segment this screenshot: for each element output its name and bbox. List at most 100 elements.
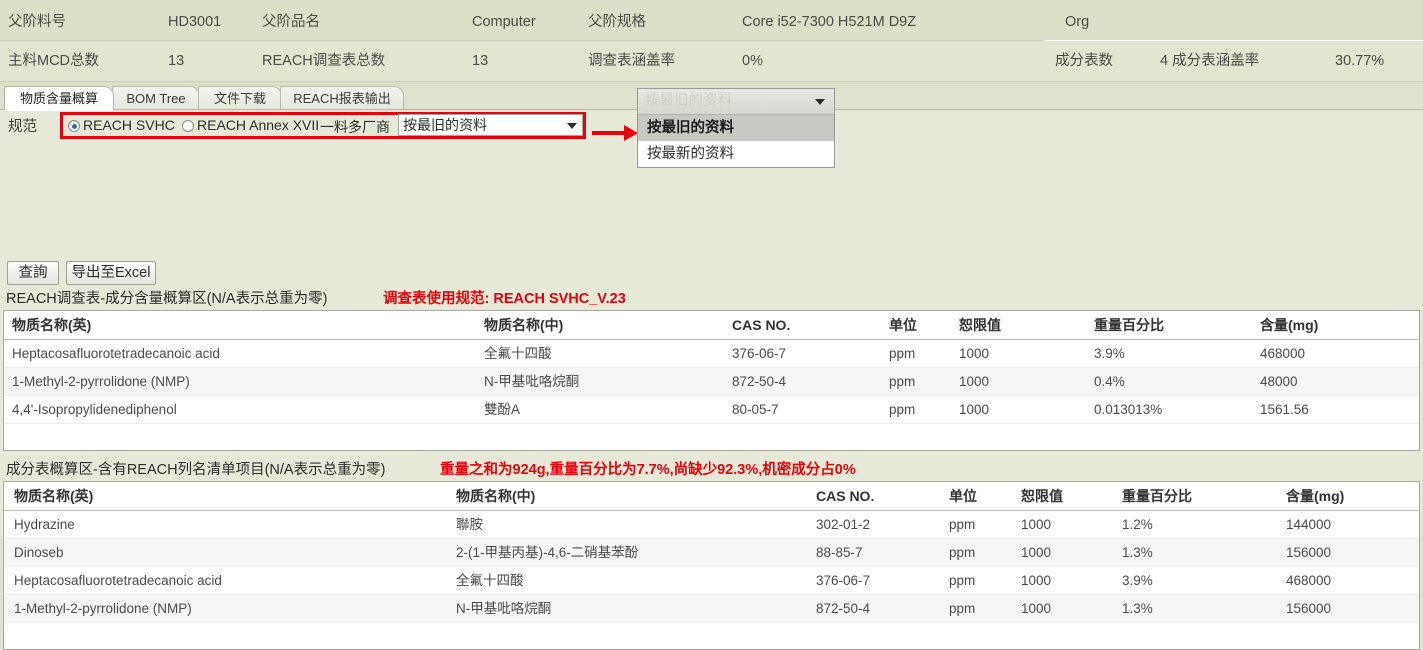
cell-unit: ppm [889, 346, 916, 361]
radio-label: REACH Annex XVII [197, 117, 320, 133]
cell-name-en: 1-Methyl-2-pyrrolidone (NMP) [14, 601, 192, 616]
section1-caption: REACH调查表-成分含量概算区(N/A表示总重为零) [6, 291, 328, 307]
table-row[interactable]: 4,4'-Isopropylidenediphenol 雙酚A 80-05-7 ppm… [4, 396, 1419, 424]
dropdown-option[interactable]: 按最旧的资料 [638, 115, 834, 141]
tab-label: REACH报表输出 [293, 91, 391, 106]
column-header: CAS NO. [816, 488, 875, 504]
data-version-select[interactable]: 按最旧的资料 [398, 114, 583, 136]
cell-name-cn: 2-(1-甲基丙基)-4,6-二硝基苯酚 [456, 545, 639, 560]
column-header: 单位 [949, 488, 977, 504]
cell-name-cn: 全氟十四酸 [456, 573, 524, 588]
column-header: 含量(mg) [1286, 488, 1345, 504]
cell-cas: 872-50-4 [732, 374, 787, 389]
column-header: 物质名称(英) [12, 317, 92, 333]
cell-amount: 156000 [1286, 601, 1332, 616]
column-header: 单位 [889, 317, 917, 333]
header-field: 父阶规格 [588, 14, 646, 30]
cell-limit: 1000 [1021, 517, 1052, 532]
tab-2[interactable]: 文件下载 [198, 86, 282, 110]
cell-pct: 3.9% [1094, 346, 1125, 361]
table-row[interactable]: Heptacosafluorotetradecanoic acid 全氟十四酸 37… [4, 567, 1419, 595]
query-button[interactable]: 查詢 [7, 261, 59, 285]
cell-name-cn: N-甲基吡咯烷酮 [484, 374, 580, 389]
radio-icon[interactable] [182, 120, 194, 132]
cell-unit: ppm [949, 545, 976, 560]
column-header: 恕限值 [1021, 488, 1063, 504]
cell-name-cn: 聯胺 [456, 517, 483, 532]
dropdown-header-value: 按最旧的资料 [645, 93, 732, 109]
cell-pct: 1.2% [1122, 517, 1153, 532]
header-field: 父阶品名 [262, 14, 320, 30]
table-row[interactable]: Dinoseb 2-(1-甲基丙基)-4,6-二硝基苯酚 88-85-7 ppm 100… [4, 539, 1419, 567]
column-header: CAS NO. [732, 317, 791, 333]
dropdown-option[interactable]: 按最新的资料 [638, 141, 834, 167]
cell-unit: ppm [949, 517, 976, 532]
cell-cas: 80-05-7 [732, 402, 779, 417]
header-field: 30.77% [1335, 53, 1385, 69]
cell-pct: 1.3% [1122, 601, 1153, 616]
cell-amount: 468000 [1286, 573, 1332, 588]
section2-caption-bar: 成分表概算区-含有REACH列名清单项目(N/A表示总重为零) 重量之和为924… [0, 459, 1423, 481]
table-row[interactable]: Heptacosafluorotetradecanoic acid 全氟十四酸 37… [4, 340, 1419, 368]
section2-note: 重量之和为924g,重量百分比为7.7%,尚缺少92.3%,机密成分占0% [440, 462, 856, 478]
radio-label: REACH SVHC [83, 117, 175, 133]
cell-cas: 872-50-4 [816, 601, 871, 616]
cell-amount: 156000 [1286, 545, 1332, 560]
cell-limit: 1000 [1021, 573, 1052, 588]
spec-label: 规范 [8, 119, 37, 135]
cell-pct: 3.9% [1122, 573, 1153, 588]
chevron-down-icon [567, 123, 577, 129]
multi-vendor-label: 一料多厂商 [320, 117, 390, 137]
header-field: 成分表数 [1055, 53, 1113, 69]
tab-label: BOM Tree [126, 91, 186, 106]
tab-3[interactable]: REACH报表输出 [280, 86, 404, 110]
chevron-down-icon [815, 99, 825, 105]
header-row-2: 主料MCD总数 13 REACH调查表总数 13 调查表涵盖率 0% 成分表数 4 成分表涵盖… [0, 40, 1423, 82]
section1-note: 调查表使用规范: REACH SVHC_V.23 [383, 291, 626, 307]
cell-amount: 144000 [1286, 517, 1332, 532]
tab-0[interactable]: 物质含量概算 [4, 86, 114, 111]
multi-vendor-text: 一料多厂商 [320, 119, 390, 135]
column-header: 恕限值 [959, 317, 1001, 333]
data-version-dropdown[interactable]: 按最旧的资料 按最旧的资料 按最新的资料 [637, 88, 835, 168]
header-field: 主料MCD总数 [8, 53, 100, 69]
content-panel: 规范 REACH SVHC REACH Annex XVII 一料多厂商 按最旧… [0, 109, 1423, 650]
export-excel-button[interactable]: 导出至Excel [66, 261, 156, 285]
cell-limit: 1000 [959, 374, 990, 389]
cell-name-en: 4,4'-Isopropylidenediphenol [12, 402, 177, 417]
cell-name-cn: 全氟十四酸 [484, 346, 552, 361]
cell-name-en: Heptacosafluorotetradecanoic acid [14, 573, 222, 588]
radio-icon[interactable] [68, 120, 80, 132]
table-row[interactable]: 1-Methyl-2-pyrrolidone (NMP) N-甲基吡咯烷酮 872-… [4, 368, 1419, 396]
cell-name-en: Hydrazine [14, 517, 75, 532]
header-field: Core i52-7300 H521M D9Z [742, 14, 917, 30]
header-field: 调查表涵盖率 [588, 53, 675, 69]
table-header-row: 物质名称(英) 物质名称(中) CAS NO. 单位 恕限值 重量百分比 含量(mg) [4, 311, 1419, 340]
cell-cas: 302-01-2 [816, 517, 871, 532]
table-row[interactable]: Hydrazine 聯胺 302-01-2 ppm 1000 1.2% 144000 [4, 511, 1419, 539]
cell-name-cn: N-甲基吡咯烷酮 [456, 601, 552, 616]
column-header: 重量百分比 [1122, 488, 1192, 504]
column-header: 物质名称(中) [456, 488, 536, 504]
table-row[interactable]: 1-Methyl-2-pyrrolidone (NMP) N-甲基吡咯烷酮 872-… [4, 595, 1419, 623]
header-field: HD3001 [168, 14, 222, 30]
header-field: 0% [742, 53, 763, 69]
header-field: REACH调查表总数 [262, 53, 386, 69]
radio-reach-svhc[interactable]: REACH SVHC [68, 117, 175, 133]
header-field: 13 [168, 53, 185, 69]
cell-amount: 468000 [1260, 346, 1306, 361]
radio-reach-annex-xvii[interactable]: REACH Annex XVII [182, 117, 319, 133]
header-row-1: 父阶料号 HD3001 父阶品名 Computer 父阶规格 Core i52-7300 … [0, 0, 1423, 41]
tab-1[interactable]: BOM Tree [112, 86, 200, 110]
cell-pct: 1.3% [1122, 545, 1153, 560]
header-field: 4 成分表涵盖率 [1160, 53, 1260, 69]
column-header: 物质名称(英) [14, 488, 94, 504]
cell-unit: ppm [889, 374, 916, 389]
cell-limit: 1000 [1021, 601, 1052, 616]
column-header: 物质名称(中) [484, 317, 564, 333]
column-header: 含量(mg) [1260, 317, 1319, 333]
tab-label: 物质含量概算 [19, 91, 98, 106]
tab-label: 文件下载 [213, 91, 266, 106]
dropdown-header[interactable]: 按最旧的资料 [638, 89, 834, 115]
cell-limit: 1000 [959, 402, 990, 417]
